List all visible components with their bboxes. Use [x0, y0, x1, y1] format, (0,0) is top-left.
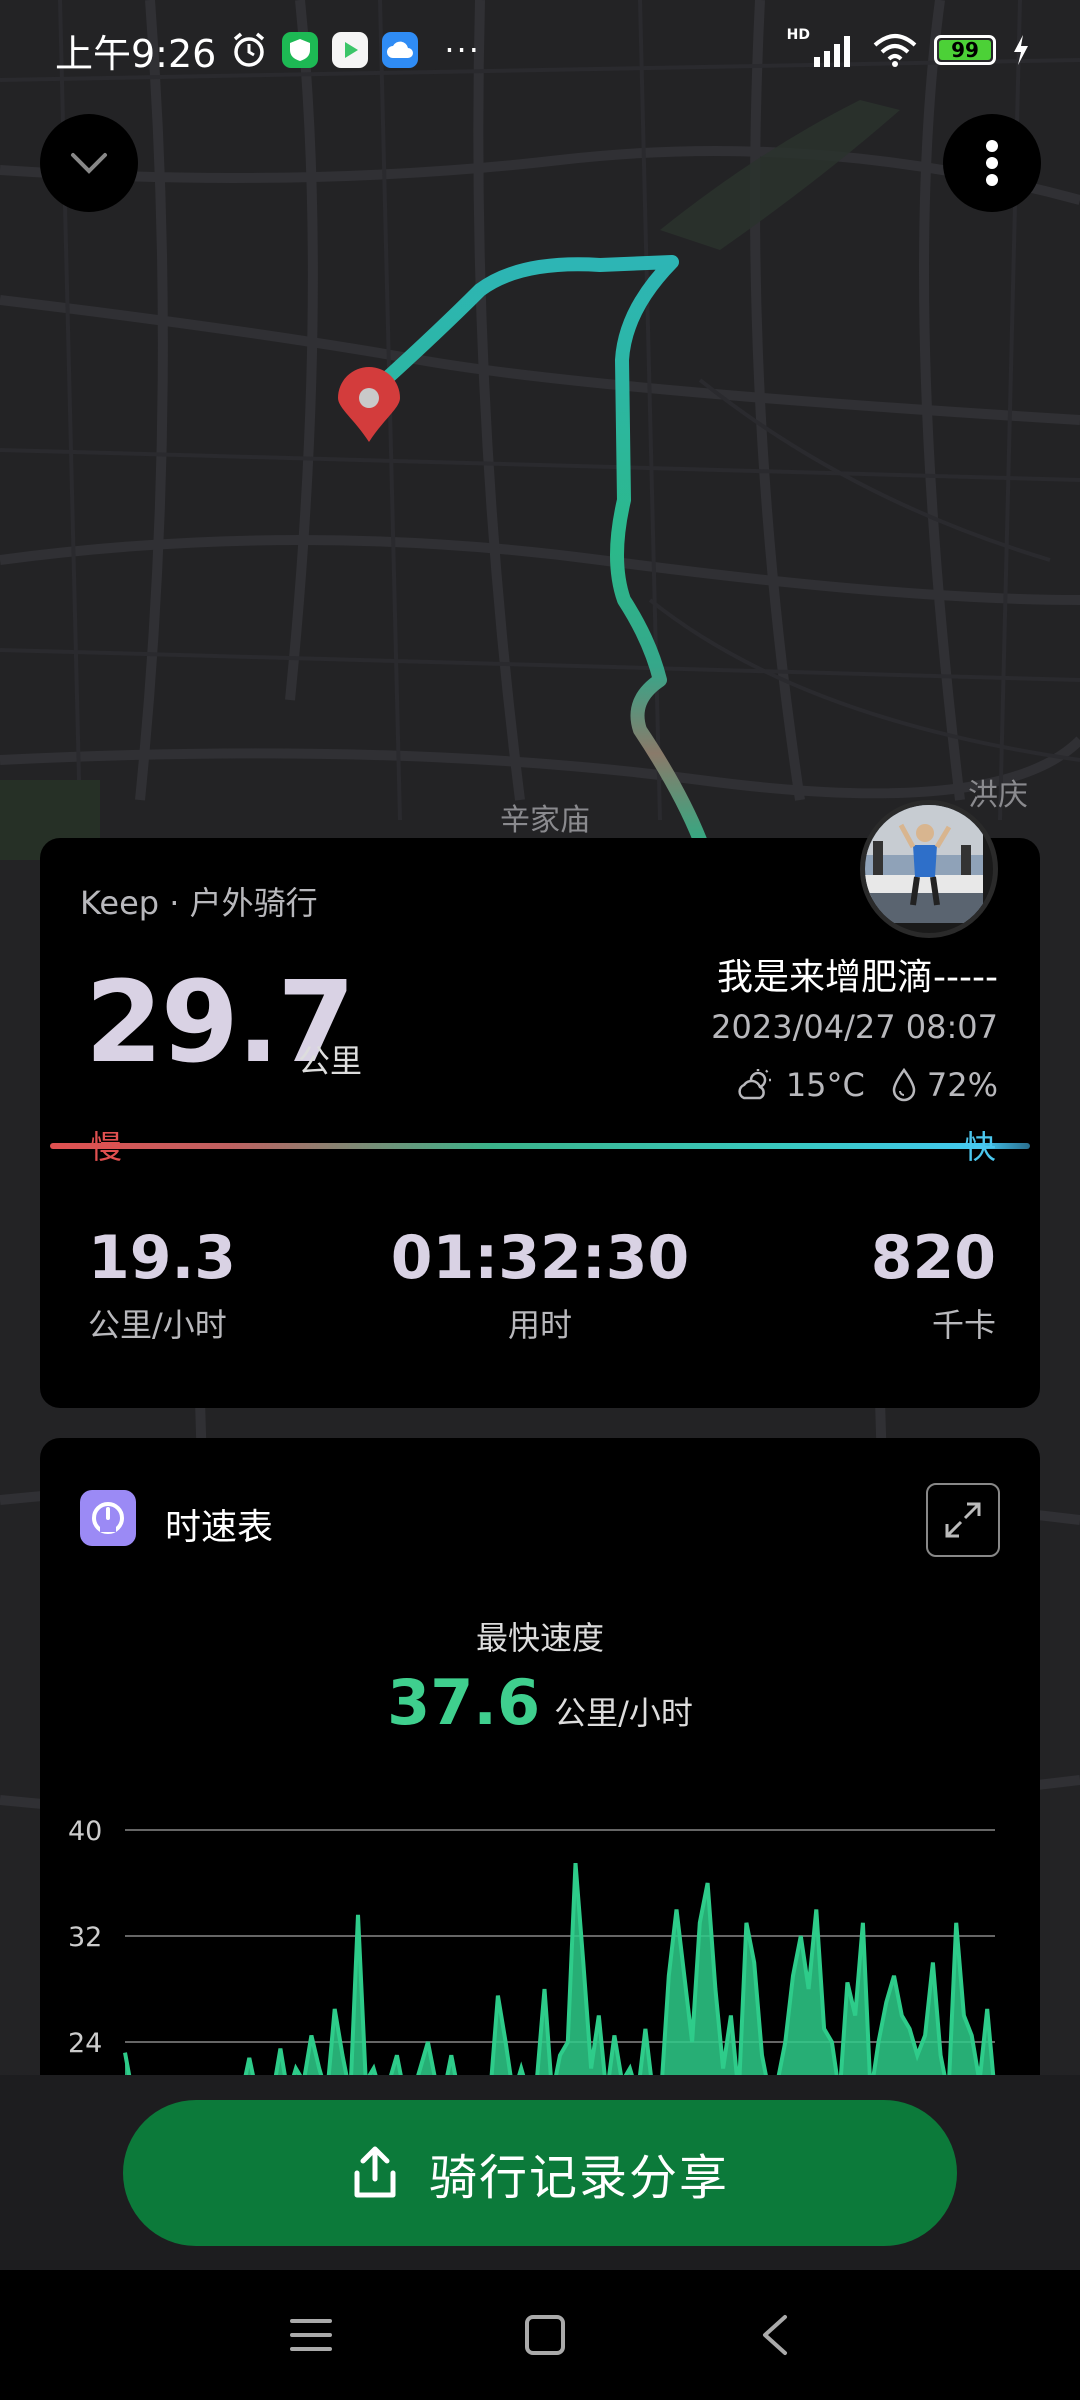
y-tick-label: 32: [68, 1922, 102, 1953]
cloud-app-icon: [382, 32, 419, 68]
battery-icon: 99: [934, 35, 996, 65]
more-notifications-icon: ···: [444, 31, 481, 69]
share-label: 骑行记录分享: [428, 2150, 729, 2206]
slow-label: 慢: [90, 1128, 123, 1166]
chevron-down-icon: [71, 153, 107, 174]
max-speed-row: 37.6 公里/小时: [40, 1666, 1040, 1739]
max-speed-unit: 公里/小时: [554, 1694, 693, 1732]
back-nav-icon[interactable]: [757, 2313, 791, 2357]
fast-label: 快: [963, 1128, 996, 1166]
partly-cloudy-icon: [738, 1069, 771, 1100]
expand-icon: [945, 1502, 981, 1538]
speed-chart[interactable]: 40 32 24: [40, 1798, 1040, 2098]
y-tick-label: 24: [68, 2028, 102, 2059]
share-icon: [354, 2146, 396, 2198]
signal-icon: [814, 36, 850, 67]
username: 我是来增肥滴-----: [717, 957, 998, 998]
home-nav-icon[interactable]: [523, 2313, 567, 2357]
max-speed-value: 37.6: [387, 1666, 541, 1739]
security-app-icon: [282, 32, 319, 68]
more-vertical-icon: [986, 140, 998, 186]
y-tick-label: 40: [68, 1816, 102, 1847]
chart-title: 时速表: [165, 1507, 274, 1548]
humidity-icon: [892, 1068, 916, 1102]
battery-level: 99: [951, 38, 979, 62]
video-app-icon: [332, 32, 369, 68]
calories-value: 820: [870, 1223, 996, 1293]
more-options-button[interactable]: [943, 114, 1041, 212]
menu-nav-icon[interactable]: [289, 2315, 333, 2355]
collapse-button[interactable]: [40, 114, 138, 212]
map-label-xinjiamiao: 辛家庙: [500, 803, 590, 838]
status-time: 上午9:26: [55, 31, 217, 76]
wifi-icon: [873, 34, 917, 67]
max-speed-label: 最快速度: [475, 1619, 604, 1657]
avatar-photo: [865, 805, 983, 923]
distance-unit: 公里: [298, 1042, 363, 1080]
activity-source: Keep · 户外骑行: [80, 884, 318, 922]
duration-label: 用时: [507, 1306, 572, 1344]
charging-icon: [1014, 35, 1028, 65]
humidity: 72%: [926, 1066, 998, 1104]
share-ride-button[interactable]: 骑行记录分享: [123, 2100, 957, 2246]
system-nav-bar: [0, 2270, 1080, 2400]
speed-gradient-bar: [50, 1143, 1030, 1149]
speed-chart-card: 时速表 最快速度 37.6 公里/小时 40 32 24: [40, 1438, 1040, 2098]
speedometer-icon: [80, 1490, 136, 1546]
avatar[interactable]: [860, 800, 998, 938]
weather-info: 15°C 72%: [736, 1066, 998, 1104]
status-bar: 上午9:26 ··· HD 99: [0, 0, 1080, 100]
alarm-icon: [234, 32, 265, 67]
calories-label: 千卡: [931, 1306, 996, 1344]
network-type: HD: [786, 27, 810, 43]
expand-button[interactable]: [926, 1483, 1000, 1557]
map-label-hongqing: 洪庆: [968, 778, 1028, 813]
temperature: 15°C: [785, 1066, 865, 1104]
ride-datetime: 2023/04/27 08:07: [711, 1008, 998, 1046]
